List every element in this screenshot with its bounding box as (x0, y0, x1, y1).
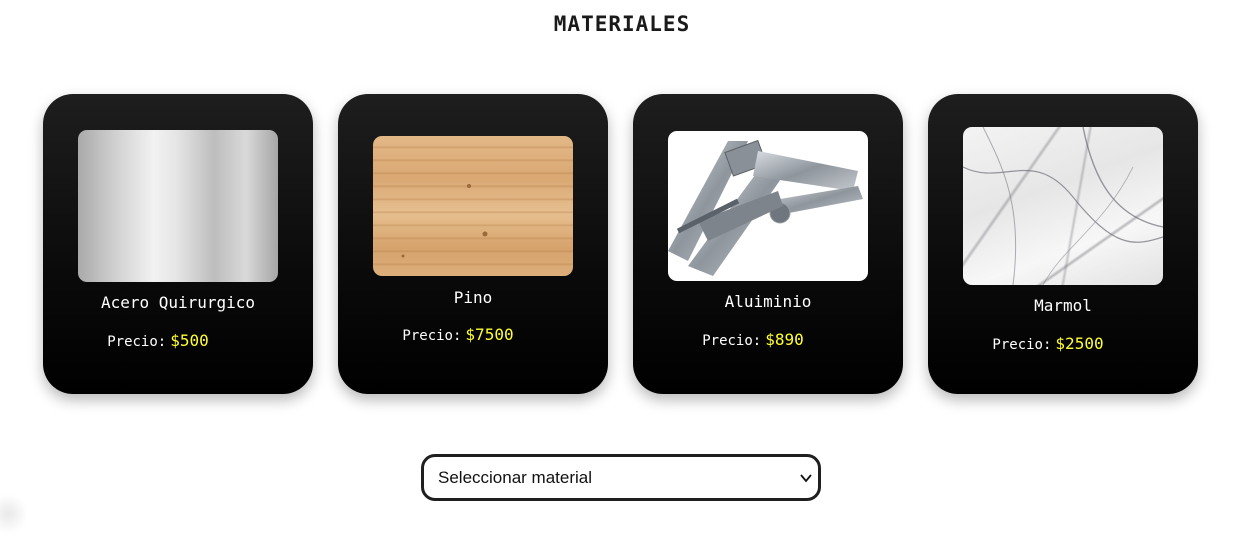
material-card-acero[interactable]: Acero Quirurgico Precio: $500 (43, 94, 313, 394)
material-price: Precio: $500 (23, 331, 293, 350)
price-label: Precio: (402, 328, 462, 344)
material-name: Acero Quirurgico (100, 293, 256, 312)
materials-grid: Acero Quirurgico Precio: $500 Pino Precio… (0, 0, 1244, 524)
aluminum-profiles-drawing (668, 139, 863, 276)
material-card-pino[interactable]: Pino Precio: $7500 (338, 94, 608, 394)
material-select-value: Seleccionar material (438, 468, 593, 487)
material-name: Pino (453, 288, 493, 307)
material-name: Marmol (1034, 296, 1092, 315)
material-name: Aluiminio (724, 292, 812, 311)
material-select[interactable]: Seleccionar material (421, 454, 821, 501)
price-label: Precio: (992, 337, 1052, 353)
price-value: $2500 (1055, 334, 1104, 353)
marble-veins (963, 127, 1163, 285)
price-label: Precio: (107, 334, 167, 350)
aluminum-profiles-image (668, 131, 868, 281)
price-value: $7500 (465, 325, 514, 344)
material-price: Precio: $7500 (323, 325, 593, 344)
price-label: Precio: (702, 333, 762, 349)
pine-knots (401, 184, 488, 258)
material-card-marmol[interactable]: Marmol Precio: $2500 (928, 94, 1198, 394)
pine-wood-image (373, 136, 573, 276)
steel-sheet-image (78, 130, 278, 282)
price-value: $500 (170, 331, 209, 350)
price-value: $890 (765, 330, 804, 349)
material-price: Precio: $2500 (913, 334, 1183, 353)
material-card-aluminio[interactable]: Aluiminio Precio: $890 (633, 94, 903, 394)
chevron-down-icon[interactable] (800, 473, 812, 483)
material-price: Precio: $890 (618, 330, 888, 349)
marble-slab-image (963, 127, 1163, 285)
